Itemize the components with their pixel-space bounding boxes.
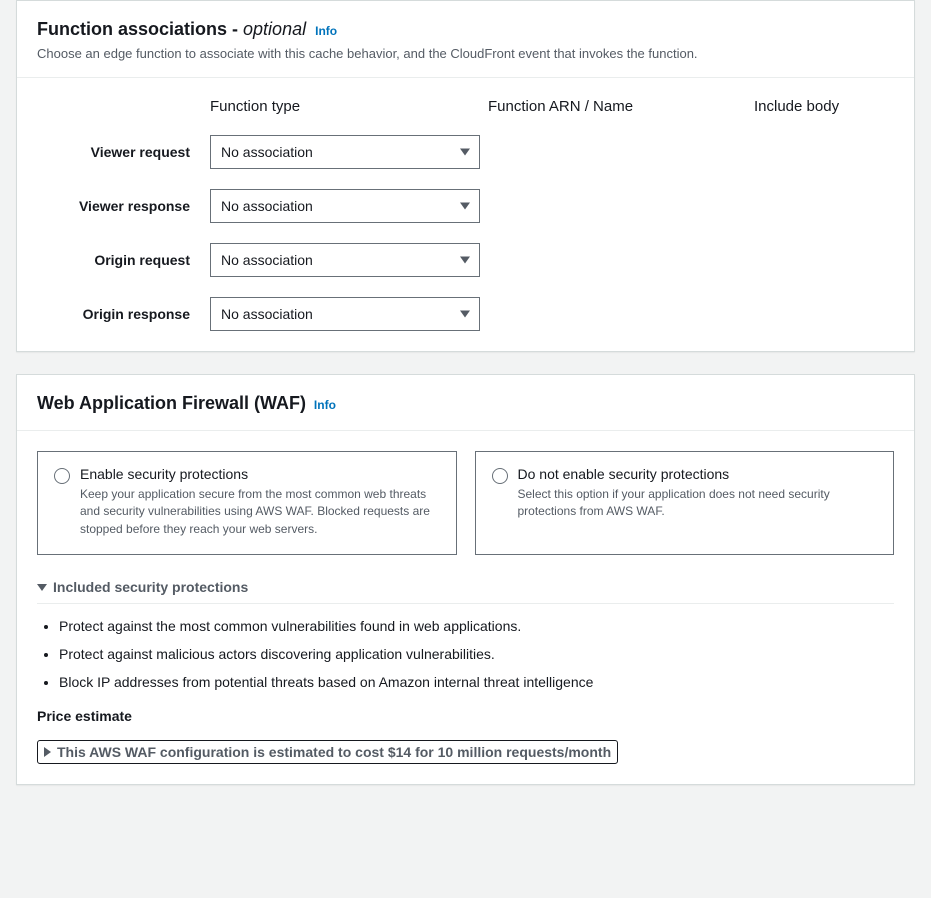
select-value: No association xyxy=(221,198,313,214)
table-row: Origin request No association xyxy=(37,243,894,277)
option-disable-protections[interactable]: Do not enable security protections Selec… xyxy=(475,451,895,555)
waf-panel: Web Application Firewall (WAF) Info Enab… xyxy=(16,374,915,785)
option-enable-desc: Keep your application secure from the mo… xyxy=(80,486,440,538)
function-associations-body: Function type Function ARN / Name Includ… xyxy=(17,78,914,351)
option-enable-title: Enable security protections xyxy=(80,466,440,482)
select-value: No association xyxy=(221,252,313,268)
radio-icon xyxy=(54,468,70,484)
option-disable-title: Do not enable security protections xyxy=(518,466,878,482)
function-associations-title: Function associations - optional xyxy=(37,19,311,39)
col-function-arn: Function ARN / Name xyxy=(488,98,746,115)
caret-right-icon xyxy=(44,747,51,757)
included-protections-section: Included security protections Protect ag… xyxy=(37,579,894,690)
row-label-origin-response: Origin response xyxy=(37,306,202,322)
waf-header: Web Application Firewall (WAF) Info xyxy=(17,375,914,431)
list-item: Block IP addresses from potential threat… xyxy=(59,674,894,690)
list-item: Protect against the most common vulnerab… xyxy=(59,618,894,634)
function-associations-panel: Function associations - optional Info Ch… xyxy=(16,0,915,352)
function-associations-table: Function type Function ARN / Name Includ… xyxy=(37,98,894,331)
caret-down-icon xyxy=(37,584,47,591)
col-include-body: Include body xyxy=(754,98,894,115)
included-protections-header: Included security protections xyxy=(53,579,248,595)
waf-options: Enable security protections Keep your ap… xyxy=(37,451,894,555)
table-row: Viewer request No association xyxy=(37,135,894,169)
included-protections-toggle[interactable]: Included security protections xyxy=(37,579,894,604)
table-row: Viewer response No association xyxy=(37,189,894,223)
row-label-viewer-request: Viewer request xyxy=(37,144,202,160)
select-viewer-response[interactable]: No association xyxy=(210,189,480,223)
option-enable-protections[interactable]: Enable security protections Keep your ap… xyxy=(37,451,457,555)
function-associations-header: Function associations - optional Info Ch… xyxy=(17,1,914,78)
select-value: No association xyxy=(221,306,313,322)
price-estimate-toggle[interactable]: This AWS WAF configuration is estimated … xyxy=(37,740,618,764)
select-origin-request[interactable]: No association xyxy=(210,243,480,277)
select-value: No association xyxy=(221,144,313,160)
function-associations-desc: Choose an edge function to associate wit… xyxy=(37,46,894,61)
radio-icon xyxy=(492,468,508,484)
select-origin-response[interactable]: No association xyxy=(210,297,480,331)
info-link[interactable]: Info xyxy=(315,24,337,38)
row-label-viewer-response: Viewer response xyxy=(37,198,202,214)
option-disable-desc: Select this option if your application d… xyxy=(518,486,878,521)
waf-body: Enable security protections Keep your ap… xyxy=(17,431,914,784)
price-estimate-text: This AWS WAF configuration is estimated … xyxy=(57,744,611,760)
select-viewer-request[interactable]: No association xyxy=(210,135,480,169)
table-header-row: Function type Function ARN / Name Includ… xyxy=(37,98,894,115)
price-estimate-label: Price estimate xyxy=(37,708,894,724)
table-row: Origin response No association xyxy=(37,297,894,331)
list-item: Protect against malicious actors discove… xyxy=(59,646,894,662)
row-label-origin-request: Origin request xyxy=(37,252,202,268)
included-protections-list: Protect against the most common vulnerab… xyxy=(37,618,894,690)
optional-text: optional xyxy=(243,19,306,39)
waf-title: Web Application Firewall (WAF) xyxy=(37,393,306,413)
col-function-type: Function type xyxy=(210,98,480,115)
info-link[interactable]: Info xyxy=(314,398,336,412)
title-text: Function associations - xyxy=(37,19,243,39)
